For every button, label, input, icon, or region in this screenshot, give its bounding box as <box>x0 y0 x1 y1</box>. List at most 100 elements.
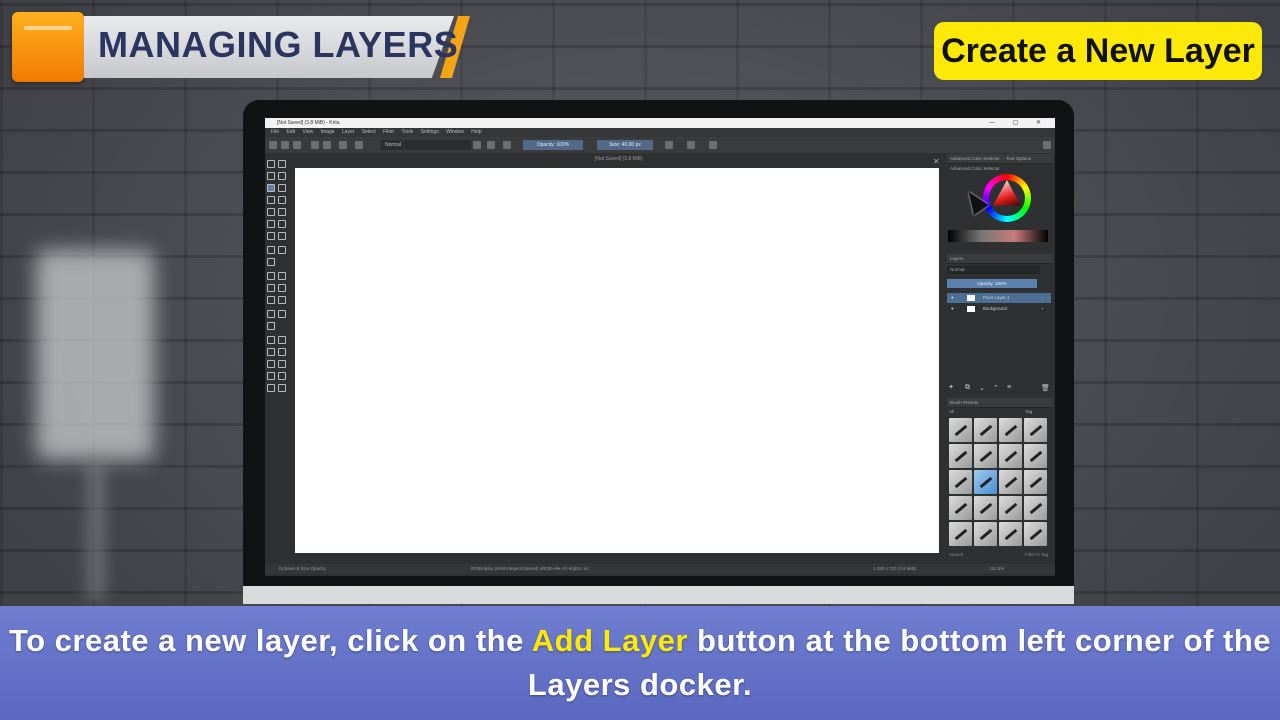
reload-preset-icon[interactable] <box>503 141 511 149</box>
elliptical-selection-tool-icon[interactable] <box>278 336 286 344</box>
new-document-icon[interactable] <box>269 141 277 149</box>
pan-tool-icon[interactable] <box>278 384 286 392</box>
document-tab[interactable]: [Not Saved] (3.8 MiB) <box>595 156 643 162</box>
brush-preset[interactable] <box>1024 522 1047 546</box>
opacity-slider[interactable]: Opacity: 100% <box>523 140 583 150</box>
brush-preset[interactable] <box>949 444 972 468</box>
delete-layer-icon[interactable]: 🗑 <box>1041 384 1050 392</box>
brush-preset[interactable] <box>974 496 997 520</box>
brush-preset[interactable] <box>949 496 972 520</box>
duplicate-layer-icon[interactable]: ⧉ <box>965 384 970 392</box>
visibility-eye-icon[interactable]: ● <box>951 304 954 314</box>
edit-shapes-tool-icon[interactable] <box>267 172 275 180</box>
docker-menu-icon[interactable] <box>1043 141 1051 149</box>
menu-file[interactable]: File <box>271 129 279 135</box>
open-document-icon[interactable] <box>281 141 289 149</box>
measure-tool-icon[interactable] <box>278 310 286 318</box>
size-slider[interactable]: Size: 40.00 px <box>597 140 653 150</box>
eraser-icon[interactable] <box>473 141 481 149</box>
lock-icon[interactable]: ▪ <box>1041 304 1043 314</box>
menu-settings[interactable]: Settings <box>421 129 439 135</box>
menu-tools[interactable]: Tools <box>402 129 414 135</box>
assistant-tool-icon[interactable] <box>267 310 275 318</box>
brush-filter-checkbox[interactable]: Filter in Tag <box>1025 552 1048 557</box>
blend-mode-select[interactable]: Normal <box>381 140 471 150</box>
brush-tag-filter[interactable]: All <box>949 409 954 414</box>
move-tool-icon[interactable] <box>278 246 286 254</box>
color-history-bar[interactable] <box>948 230 1048 242</box>
menu-help[interactable]: Help <box>471 129 481 135</box>
magnetic-selection-tool-icon[interactable] <box>278 372 286 380</box>
visibility-eye-icon[interactable]: ● <box>951 293 954 303</box>
brush-preset[interactable] <box>1024 418 1047 442</box>
mirror-vertical-icon[interactable] <box>687 141 695 149</box>
color-swap-icon[interactable] <box>339 141 347 149</box>
freehand-selection-tool-icon[interactable] <box>278 348 286 356</box>
brush-preset[interactable] <box>974 418 997 442</box>
menu-edit[interactable]: Edit <box>286 129 295 135</box>
brush-preset[interactable] <box>974 444 997 468</box>
gradient-icon[interactable] <box>311 141 319 149</box>
layer-row-background[interactable]: ● Background ▪ <box>947 304 1051 314</box>
layer-properties-icon[interactable]: ≡ <box>1007 384 1011 391</box>
brush-preset[interactable] <box>999 470 1022 494</box>
brush-preset[interactable] <box>999 496 1022 520</box>
gradient-tool-icon[interactable] <box>267 272 275 280</box>
line-tool-icon[interactable] <box>278 184 286 192</box>
tab-tool-options[interactable]: Tool Options <box>1006 156 1031 161</box>
brush-preset[interactable] <box>949 418 972 442</box>
polygonal-selection-tool-icon[interactable] <box>267 348 275 356</box>
brush-preset-icon[interactable] <box>355 141 363 149</box>
pattern-icon[interactable] <box>323 141 331 149</box>
menu-filter[interactable]: Filter <box>383 129 394 135</box>
colorize-mask-tool-icon[interactable] <box>267 284 275 292</box>
polyline-tool-icon[interactable] <box>278 208 286 216</box>
brush-tag-button[interactable]: Tag <box>1025 409 1032 414</box>
brush-preset[interactable] <box>1024 496 1047 520</box>
drawing-canvas[interactable] <box>295 168 939 553</box>
menu-select[interactable]: Select <box>362 129 376 135</box>
menu-layer[interactable]: Layer <box>342 129 355 135</box>
move-layer-down-icon[interactable]: ⌄ <box>979 384 985 392</box>
brush-preset[interactable] <box>999 444 1022 468</box>
brush-preset[interactable] <box>974 522 997 546</box>
calligraphy-tool-icon[interactable] <box>278 172 286 180</box>
multibrush-tool-icon[interactable] <box>278 232 286 240</box>
tab-advanced-color-selector[interactable]: Advanced Color Selector <box>950 156 1000 161</box>
crop-tool-icon[interactable] <box>267 258 275 266</box>
ellipse-tool-icon[interactable] <box>278 196 286 204</box>
add-layer-button[interactable]: + <box>949 384 953 391</box>
contiguous-selection-tool-icon[interactable] <box>267 360 275 368</box>
menu-view[interactable]: View <box>302 129 313 135</box>
brush-preset-selected[interactable] <box>974 470 997 494</box>
save-document-icon[interactable] <box>293 141 301 149</box>
layer-blend-mode-select[interactable]: Normal <box>947 266 1040 274</box>
mirror-horizontal-icon[interactable] <box>665 141 673 149</box>
freehand-brush-tool-icon[interactable] <box>267 184 275 192</box>
rectangle-tool-icon[interactable] <box>267 196 275 204</box>
bezier-selection-tool-icon[interactable] <box>267 372 275 380</box>
brush-preset[interactable] <box>999 522 1022 546</box>
lock-icon[interactable]: ▫ <box>1041 293 1043 303</box>
alpha-lock-icon[interactable] <box>487 141 495 149</box>
color-picker-tool-icon[interactable] <box>278 272 286 280</box>
select-shapes-tool-icon[interactable] <box>267 160 275 168</box>
brush-preset[interactable] <box>1024 470 1047 494</box>
freehand-path-tool-icon[interactable] <box>278 220 286 228</box>
wrap-around-icon[interactable] <box>709 141 717 149</box>
layer-row-paint-layer-1[interactable]: ● Paint Layer 1 ▫ <box>947 293 1051 303</box>
window-controls[interactable]: — ▢ ✕ <box>989 118 1049 128</box>
text-tool-icon[interactable] <box>278 160 286 168</box>
move-layer-up-icon[interactable]: ⌃ <box>993 384 999 392</box>
brush-preset[interactable] <box>999 418 1022 442</box>
rectangular-selection-tool-icon[interactable] <box>267 336 275 344</box>
fill-tool-icon[interactable] <box>267 296 275 304</box>
bezier-tool-icon[interactable] <box>267 220 275 228</box>
menu-image[interactable]: Image <box>321 129 335 135</box>
brush-preset[interactable] <box>1024 444 1047 468</box>
smart-patch-tool-icon[interactable] <box>278 284 286 292</box>
dynamic-brush-tool-icon[interactable] <box>267 232 275 240</box>
layer-opacity-slider[interactable]: Opacity: 100% <box>947 279 1037 288</box>
reference-images-tool-icon[interactable] <box>267 322 275 330</box>
polygon-tool-icon[interactable] <box>267 208 275 216</box>
